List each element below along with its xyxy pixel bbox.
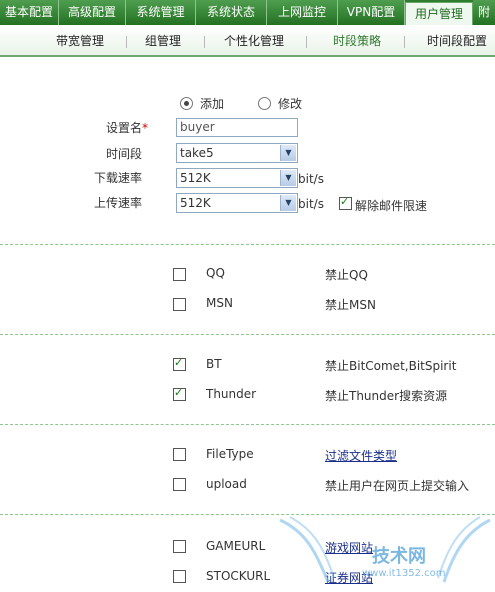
rule-msn-desc: 禁止MSN — [325, 298, 376, 312]
tab-vpn-config[interactable]: VPN配置 — [338, 0, 405, 25]
subtab-personalized-management[interactable]: 个性化管理 — [224, 25, 284, 55]
subnav-divider — [204, 36, 205, 48]
rule-gameurl-checkbox[interactable] — [173, 540, 186, 553]
watermark-main-text: 技术网 — [372, 546, 426, 567]
rule-thunder-name: Thunder — [206, 387, 257, 401]
top-nav: 基本配置 高级配置 系统管理 系统状态 上网监控 VPN配置 用户管理 附 — [0, 0, 495, 26]
rule-thunder-desc: 禁止Thunder搜索资源 — [325, 389, 448, 403]
subtab-group-management[interactable]: 组管理 — [145, 25, 181, 55]
tab-more[interactable]: 附 — [473, 0, 495, 25]
section-divider — [0, 244, 495, 245]
subnav-divider — [404, 36, 405, 48]
sub-nav: 带宽管理 组管理 个性化管理 时段策略 时间段配置 — [0, 25, 495, 57]
check-icon: ✓ — [174, 356, 184, 369]
upload-unit: bit/s — [298, 197, 324, 211]
upload-rate-value: 512K — [180, 196, 211, 210]
rule-stockurl-name: STOCKURL — [206, 569, 271, 583]
rule-stockurl-checkbox[interactable] — [173, 570, 186, 583]
subtab-bandwidth-management[interactable]: 带宽管理 — [56, 25, 104, 55]
section-divider — [0, 424, 495, 425]
upload-rate-select[interactable]: 512K ▼ — [176, 193, 298, 213]
radio-selected-dot — [184, 101, 189, 106]
check-icon: ✓ — [174, 386, 184, 399]
name-label-text: 设置名 — [106, 121, 143, 135]
mail-limit-label: 解除邮件限速 — [355, 199, 428, 213]
mode-edit-radio[interactable] — [258, 97, 271, 110]
rule-filetype-checkbox[interactable] — [173, 448, 186, 461]
period-select[interactable]: take5 ▼ — [176, 143, 298, 163]
watermark-logo: 技术网 www.it1352.com — [276, 512, 495, 589]
rule-gameurl-name: GAMEURL — [206, 539, 266, 553]
chevron-down-icon[interactable]: ▼ — [280, 195, 296, 211]
mode-edit-label: 修改 — [278, 97, 303, 111]
rule-bt-desc: 禁止BitComet,BitSpirit — [325, 359, 457, 373]
period-label: 时间段 — [106, 147, 143, 161]
subtab-time-period-config[interactable]: 时间段配置 — [427, 25, 487, 55]
rule-filetype-name: FileType — [206, 447, 254, 461]
rule-msn-checkbox[interactable] — [173, 298, 186, 311]
rule-bt-checkbox[interactable]: ✓ — [173, 356, 186, 371]
subtab-time-policy[interactable]: 时段策略 — [333, 25, 381, 55]
mode-add-radio[interactable] — [180, 97, 193, 110]
watermark-sub-text: www.it1352.com — [362, 568, 446, 579]
download-unit: bit/s — [298, 172, 324, 186]
rule-bt-name: BT — [206, 357, 222, 371]
tab-basic-config[interactable]: 基本配置 — [0, 0, 59, 25]
tab-web-monitoring[interactable]: 上网监控 — [267, 0, 338, 25]
tab-advanced-config[interactable]: 高级配置 — [59, 0, 126, 25]
subnav-divider — [126, 36, 127, 48]
download-rate-value: 512K — [180, 171, 211, 185]
mode-add-label: 添加 — [200, 97, 225, 111]
download-rate-select[interactable]: 512K ▼ — [176, 168, 298, 188]
rule-thunder-checkbox[interactable]: ✓ — [173, 386, 186, 401]
download-rate-label: 下载速率 — [94, 171, 143, 185]
tab-system-management[interactable]: 系统管理 — [126, 0, 196, 25]
rule-qq-name: QQ — [206, 266, 225, 280]
rule-msn-name: MSN — [206, 296, 233, 310]
chevron-down-icon[interactable]: ▼ — [280, 145, 296, 161]
rule-upload-checkbox[interactable] — [173, 478, 186, 491]
rule-upload-desc: 禁止用户在网页上提交输入 — [325, 479, 470, 493]
rule-qq-desc: 禁止QQ — [325, 268, 368, 282]
mail-limit-checkbox[interactable]: ✓ — [339, 195, 352, 210]
period-select-value: take5 — [180, 146, 214, 160]
tab-user-management[interactable]: 用户管理 — [405, 2, 473, 26]
rule-qq-checkbox[interactable] — [173, 268, 186, 281]
subnav-divider — [306, 36, 307, 48]
name-input[interactable]: buyer — [176, 118, 298, 137]
tab-system-status[interactable]: 系统状态 — [196, 0, 267, 25]
section-divider — [0, 334, 495, 335]
required-mark: * — [142, 121, 149, 135]
check-icon: ✓ — [340, 195, 350, 208]
rule-filetype-link[interactable]: 过滤文件类型 — [325, 447, 397, 464]
name-label: 设置名* — [106, 119, 148, 136]
upload-rate-label: 上传速率 — [94, 196, 143, 210]
chevron-down-icon[interactable]: ▼ — [280, 170, 296, 186]
rule-upload-name: upload — [206, 477, 247, 491]
